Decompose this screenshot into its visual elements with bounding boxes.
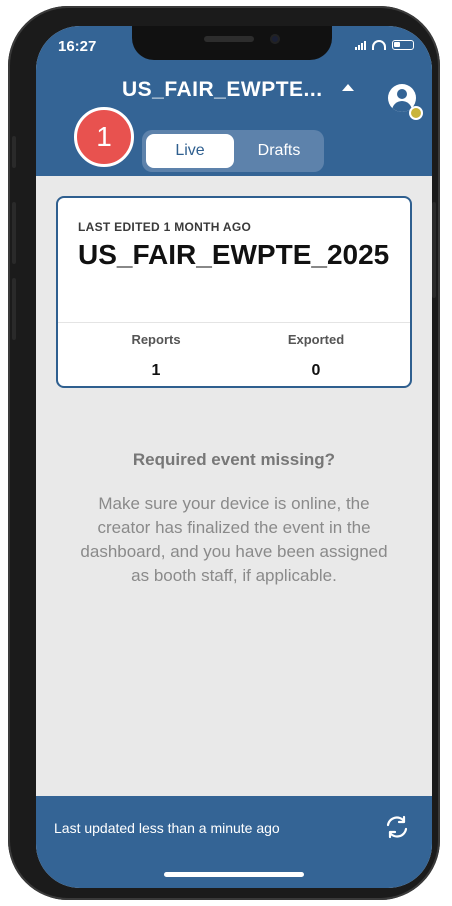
front-camera — [270, 34, 280, 44]
tab-drafts[interactable]: Drafts — [238, 134, 320, 168]
online-status-dot — [409, 106, 423, 120]
step-badge: 1 — [74, 107, 134, 167]
caret-up-icon[interactable] — [342, 84, 354, 91]
volume-up-button — [12, 202, 16, 264]
refresh-icon[interactable] — [384, 814, 410, 840]
event-last-edited: LAST EDITED 1 MONTH AGO — [78, 220, 252, 234]
status-time: 16:27 — [58, 38, 97, 55]
event-card[interactable]: LAST EDITED 1 MONTH AGO US_FAIR_EWPTE_20… — [56, 196, 412, 388]
power-button — [432, 202, 436, 298]
mute-switch — [12, 136, 16, 168]
event-name: US_FAIR_EWPTE_2025 — [78, 239, 390, 270]
app-footer: Last updated less than a minute ago — [36, 796, 432, 888]
speaker-grille — [204, 36, 254, 42]
signal-icon — [355, 40, 366, 50]
empty-state-body: Make sure your device is online, the cre… — [80, 494, 388, 585]
home-indicator[interactable] — [164, 872, 304, 877]
last-updated-text: Last updated less than a minute ago — [54, 820, 280, 836]
exported-label: Exported — [287, 332, 345, 347]
exported-count: 0 — [311, 362, 321, 379]
wifi-icon — [372, 40, 386, 50]
notch — [132, 26, 332, 60]
empty-state-title: Required event missing? — [132, 450, 336, 469]
app-screen: 16:27 US_FAIR_EWPTE... Live Drafts 1 LAS… — [36, 26, 432, 888]
segmented-tabs: Live Drafts — [142, 130, 324, 172]
volume-down-button — [12, 278, 16, 340]
battery-icon — [392, 40, 414, 50]
event-selector-title[interactable]: US_FAIR_EWPTE... — [122, 78, 323, 102]
reports-count: 1 — [151, 362, 161, 379]
card-divider — [58, 322, 410, 323]
status-icons — [355, 40, 414, 50]
reports-label: Reports — [131, 332, 181, 347]
tab-live[interactable]: Live — [146, 134, 234, 168]
